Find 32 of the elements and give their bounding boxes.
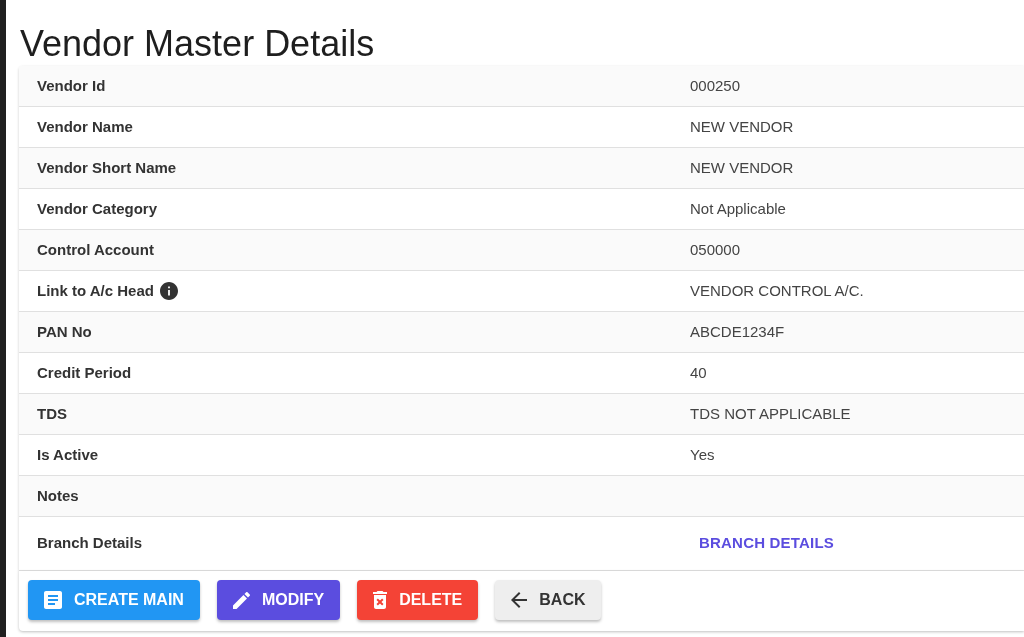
pencil-icon: [232, 591, 250, 609]
field-label: Credit Period: [37, 362, 132, 383]
field-label: Vendor Short Name: [37, 157, 177, 178]
field-label: Is Active: [37, 444, 99, 465]
branch-details-link[interactable]: BRANCH DETAILS: [691, 526, 843, 561]
modify-button[interactable]: MODIFY: [216, 580, 341, 620]
back-button[interactable]: BACK: [495, 580, 602, 620]
document-icon: [44, 591, 62, 609]
field-value: Not Applicable: [690, 198, 786, 219]
trash-icon: [373, 591, 388, 609]
field-value: 050000: [690, 239, 741, 260]
field-value: NEW VENDOR: [690, 116, 794, 137]
field-value: VENDOR CONTROL A/C.: [690, 280, 864, 301]
field-label: Vendor Id: [37, 75, 106, 96]
field-value: ABCDE1234F: [690, 321, 785, 342]
field-label: Vendor Name: [37, 116, 133, 137]
field-value: NEW VENDOR: [690, 157, 794, 178]
field-value: 40: [690, 362, 707, 383]
page-title: Vendor Master Details: [20, 22, 376, 66]
field-label: PAN No: [37, 321, 92, 342]
arrow-left-icon: [511, 592, 528, 608]
field-value: Yes: [690, 444, 715, 465]
field-value: TDS NOT APPLICABLE: [690, 403, 851, 424]
field-label: Branch Details: [37, 533, 143, 554]
create-button[interactable]: CREATE MAIN: [28, 580, 200, 620]
delete-button[interactable]: DELETE: [357, 580, 479, 620]
field-label: Link to A/c Head: [37, 280, 154, 301]
field-label: Vendor Category: [37, 198, 158, 219]
field-label: Notes: [37, 485, 79, 506]
field-label: Control Account: [37, 239, 154, 260]
field-label: TDS: [37, 403, 67, 424]
field-value: 000250: [690, 75, 741, 96]
